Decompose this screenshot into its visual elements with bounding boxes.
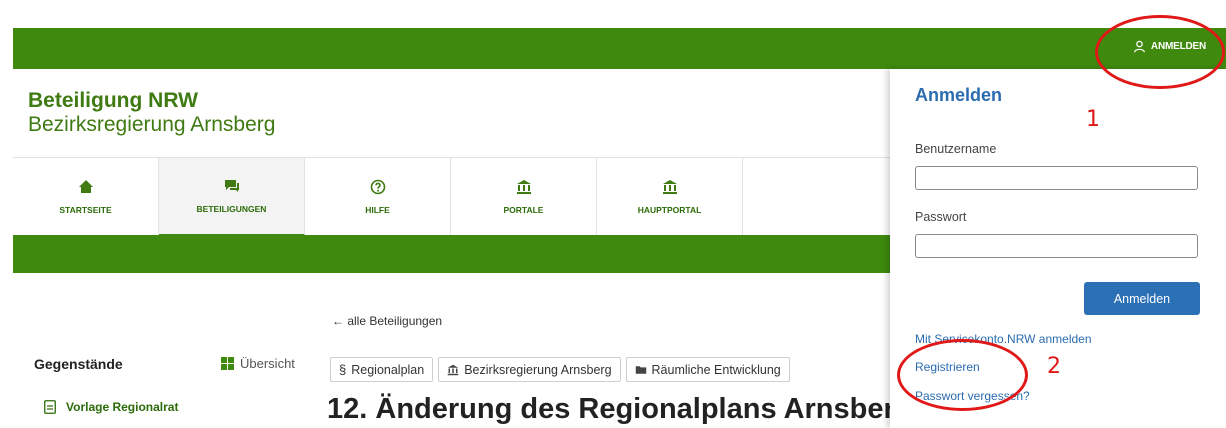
annotation-number-1: 1 — [1086, 107, 1100, 132]
overview-label: Übersicht — [240, 356, 295, 371]
help-icon — [370, 179, 385, 195]
nav-item-startseite[interactable]: STARTSEITE — [13, 158, 159, 236]
username-field[interactable] — [915, 166, 1198, 190]
nav-item-hauptportal[interactable]: HAUPTPORTAL — [597, 158, 743, 236]
annotation-ellipse-2 — [897, 339, 1028, 411]
paragraph-icon: § — [339, 362, 347, 377]
breadcrumb-label: Räumliche Entwicklung — [651, 362, 781, 377]
document-icon — [44, 400, 56, 414]
nav-label: BETEILIGUNGEN — [196, 204, 267, 214]
breadcrumb: § Regionalplan Bezirksregierung Arnsberg… — [330, 357, 790, 382]
page-title: 12. Änderung des Regionalplans Arnsberg — [327, 393, 890, 425]
back-link[interactable]: ← alle Beteiligungen — [332, 314, 442, 328]
password-field[interactable] — [915, 234, 1198, 258]
bank-icon — [516, 180, 531, 194]
home-icon — [78, 180, 93, 193]
annotation-ellipse-1 — [1095, 15, 1225, 89]
breadcrumb-chip[interactable]: Räumliche Entwicklung — [625, 357, 790, 382]
nav-item-beteiligungen[interactable]: BETEILIGUNGEN — [159, 158, 305, 236]
password-label: Passwort — [915, 210, 967, 224]
breadcrumb-chip[interactable]: § Regionalplan — [330, 357, 434, 382]
overview-link[interactable]: Übersicht — [221, 356, 295, 371]
username-label: Benutzername — [915, 142, 997, 156]
annotation-number-2: 2 — [1047, 354, 1061, 379]
top-bar: ANMELDEN — [13, 28, 1226, 69]
login-title: Anmelden — [915, 85, 1003, 105]
brand-title: Beteiligung NRW — [28, 89, 198, 112]
nav-item-hilfe[interactable]: HILFE — [305, 158, 451, 236]
main-nav: STARTSEITE BETEILIGUNGEN HILFE PORTALE H… — [13, 157, 893, 236]
breadcrumb-chip[interactable]: Bezirksregierung Arnsberg — [438, 357, 621, 382]
sidebar-heading: Gegenstände — [34, 356, 123, 372]
breadcrumb-label: Bezirksregierung Arnsberg — [464, 362, 612, 377]
sidebar-item[interactable]: Vorlage Regionalrat — [44, 400, 178, 414]
chat-icon — [224, 180, 239, 192]
sidebar-item-label: Vorlage Regionalrat — [66, 400, 179, 414]
login-submit-button[interactable]: Anmelden — [1084, 282, 1200, 315]
bank-icon — [662, 180, 677, 194]
breadcrumb-label: Regionalplan — [351, 362, 425, 377]
nav-label: HILFE — [365, 205, 390, 215]
nav-label: HAUPTPORTAL — [637, 205, 702, 215]
sub-bar — [13, 235, 893, 273]
bank-icon — [447, 364, 459, 375]
folder-icon — [635, 365, 646, 374]
nav-label: PORTALE — [503, 205, 544, 215]
brand[interactable]: Beteiligung NRW Bezirksregierung Arnsber… — [28, 89, 275, 137]
nav-label: STARTSEITE — [59, 205, 112, 215]
grid-icon — [221, 357, 234, 370]
nav-item-portale[interactable]: PORTALE — [451, 158, 597, 236]
brand-subtitle: Bezirksregierung Arnsberg — [28, 113, 276, 136]
